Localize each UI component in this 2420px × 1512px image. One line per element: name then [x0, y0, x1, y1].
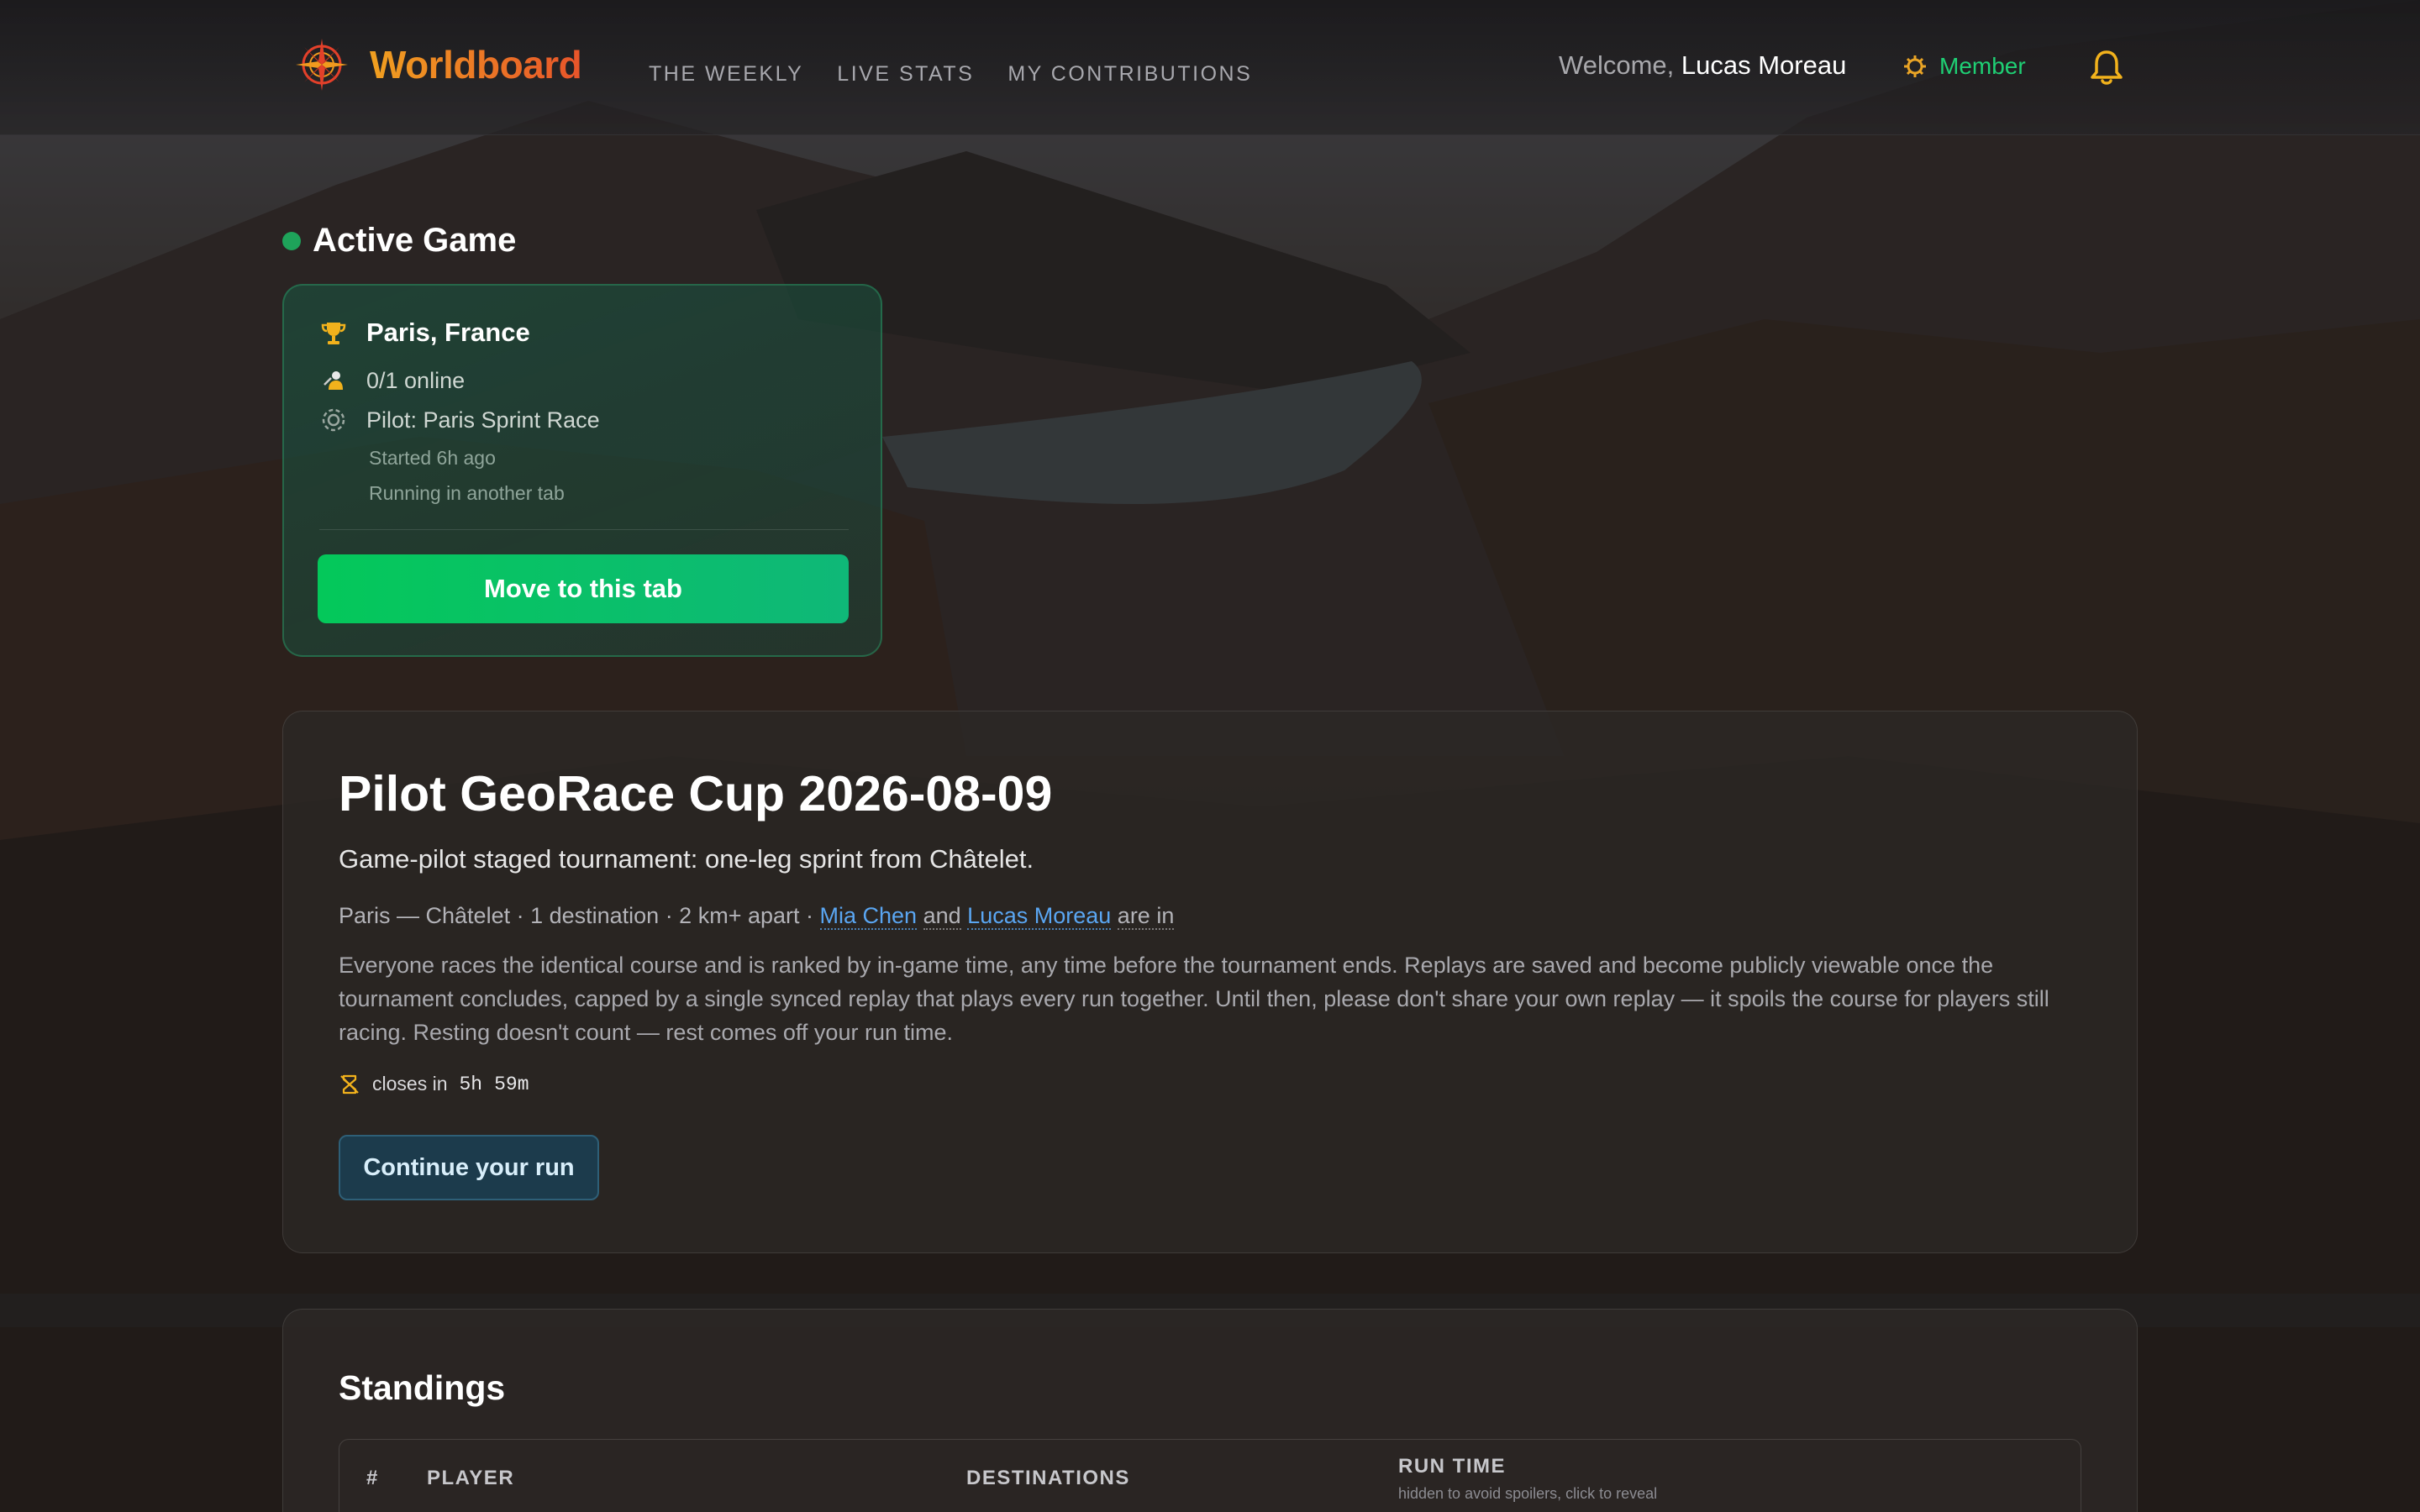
active-status-dot — [282, 231, 301, 250]
user-name-link[interactable]: Lucas Moreau — [1681, 50, 1846, 80]
continue-run-button[interactable]: Continue your run — [339, 1135, 599, 1200]
welcome-text: Welcome, Lucas Moreau — [1559, 50, 1846, 81]
move-to-this-tab-button[interactable]: Move to this tab — [318, 554, 849, 623]
column-header-rank: # — [366, 1467, 379, 1489]
trophy-icon — [321, 323, 346, 344]
active-game-card: Paris, France 0/1 online Pilot: Paris Sp… — [282, 284, 882, 657]
game-started-time: Started 6h ago — [369, 447, 496, 469]
participant-link-mia-chen[interactable]: Mia Chen — [819, 903, 918, 930]
closes-hours: 5h — [459, 1073, 483, 1095]
compass-logo-icon — [296, 39, 348, 91]
closes-minutes: 59m — [494, 1073, 529, 1095]
participant-link-lucas-moreau[interactable]: Lucas Moreau — [967, 903, 1112, 930]
closes-label: closes in — [372, 1073, 448, 1095]
column-header-destinations[interactable]: DESTINATIONS — [966, 1467, 1130, 1490]
standings-card: Standings # PLAYER DESTINATIONS RUN TIME… — [282, 1309, 2138, 1512]
welcome-prefix: Welcome, — [1559, 50, 1675, 80]
tournament-title: Pilot GeoRace Cup 2026-08-09 — [339, 766, 1053, 822]
game-location: Paris, France — [366, 318, 530, 347]
column-header-run-time[interactable]: RUN TIME — [1398, 1455, 1506, 1478]
main-nav: THE WEEKLY LIVE STATS MY CONTRIBUTIONS — [649, 62, 1252, 87]
run-time-reveal-hint[interactable]: hidden to avoid spoilers, click to revea… — [1398, 1485, 1657, 1503]
hourglass-off-icon — [340, 1074, 359, 1094]
game-running-note: Running in another tab — [369, 482, 565, 504]
column-header-player[interactable]: PLAYER — [427, 1467, 514, 1490]
membership-label: Member — [1939, 53, 2026, 79]
active-game-heading: Active Game — [282, 222, 516, 260]
participant-conjunction: and — [923, 903, 961, 930]
brand-logo-link[interactable]: Worldboard — [292, 35, 582, 94]
notification-bell-icon[interactable] — [2089, 49, 2124, 87]
tournament-countdown: closes in 5h 59m — [339, 1073, 529, 1095]
standings-table: # PLAYER DESTINATIONS RUN TIME hidden to… — [339, 1439, 2081, 1512]
tournament-meta: Paris — Châtelet · 1 destination · 2 km+… — [339, 903, 1175, 930]
players-icon — [324, 371, 343, 390]
tournament-card: Pilot GeoRace Cup 2026-08-09 Game-pilot … — [282, 711, 2138, 1253]
game-location-row: Paris, France — [319, 318, 530, 348]
settings-gear-icon — [322, 408, 345, 432]
game-online-count: 0/1 online — [366, 367, 466, 393]
membership-badge[interactable]: Member — [1902, 53, 2026, 80]
participants-suffix: are in — [1117, 903, 1175, 930]
active-game-title: Active Game — [313, 222, 517, 259]
standings-title: Standings — [339, 1368, 506, 1407]
game-mode: Pilot: Paris Sprint Race — [366, 407, 600, 433]
game-online-row: 0/1 online — [319, 366, 465, 395]
tournament-route-info: Paris — Châtelet · 1 destination · 2 km+… — [339, 903, 813, 928]
tournament-description: Everyone races the identical course and … — [339, 953, 2049, 1045]
brand-name: Worldboard — [370, 43, 582, 87]
nav-live-stats[interactable]: LIVE STATS — [837, 62, 974, 87]
game-mode-row: Pilot: Paris Sprint Race — [319, 406, 600, 434]
gear-badge-icon — [1904, 55, 1926, 77]
tournament-subtitle: Game-pilot staged tournament: one-leg sp… — [339, 844, 1034, 874]
top-header: Worldboard THE WEEKLY LIVE STATS MY CONT… — [0, 0, 2420, 135]
nav-my-contributions[interactable]: MY CONTRIBUTIONS — [1007, 62, 1252, 87]
card-divider — [319, 529, 849, 530]
nav-the-weekly[interactable]: THE WEEKLY — [649, 62, 803, 87]
